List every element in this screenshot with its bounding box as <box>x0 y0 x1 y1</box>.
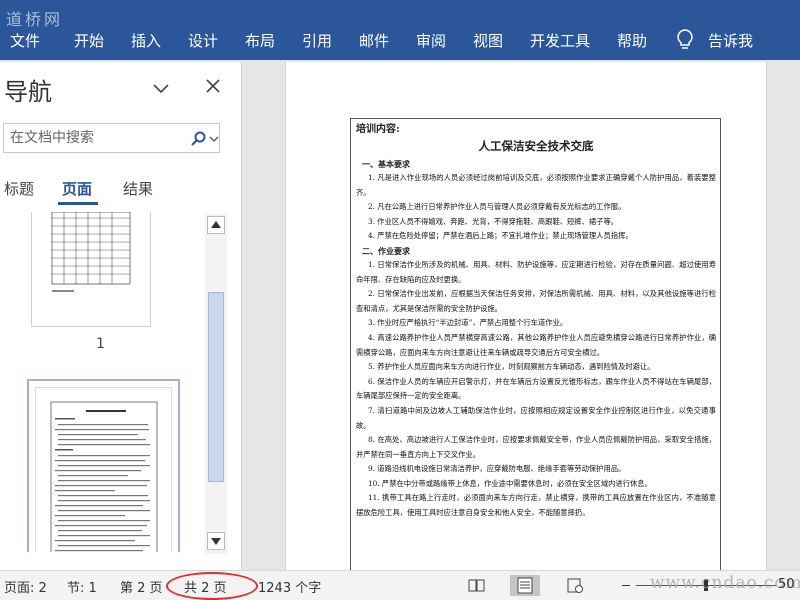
paragraph: 5. 养护作业人员应面向来车方向进行作业，时刻观察前方车辆动态，遇到险情及时避让… <box>368 362 655 372</box>
tab-view[interactable]: 视图 <box>473 30 503 51</box>
search-box <box>3 123 220 153</box>
status-section[interactable]: 节: 1 <box>67 577 97 596</box>
section-heading: 二、作业要求 <box>362 245 410 256</box>
ribbon-tabs: 文件 开始 插入 设计 布局 引用 邮件 审阅 视图 开发工具 帮助 告诉我 <box>0 20 800 60</box>
active-tab-indicator <box>58 202 98 205</box>
tab-review[interactable]: 审阅 <box>416 30 446 51</box>
book-icon <box>468 579 485 592</box>
zoom-out-button[interactable] <box>622 585 630 586</box>
lightbulb-icon[interactable] <box>675 28 695 52</box>
red-highlight-ellipse <box>166 572 258 600</box>
document-title: 人工保洁安全技术交底 <box>478 139 594 153</box>
paragraph: 6. 保洁作业人员的车辆应开启警示灯，并在车辆后方设置反光锥形标志，跟车作业人员… <box>356 376 716 401</box>
zoom-level[interactable]: 50 <box>778 577 795 592</box>
paragraph: 11. 携带工具在路上行走时，必须面向来车方向行走，禁止横穿，携带的工具应放置在… <box>356 493 716 518</box>
page-thumbnail-1-preview <box>51 212 131 292</box>
triangle-up-icon <box>211 221 221 228</box>
tab-file[interactable]: 文件 <box>10 30 40 51</box>
status-page-of[interactable]: 第 2 页 <box>120 577 163 596</box>
tab-help[interactable]: 帮助 <box>617 30 647 51</box>
page-thumbnail-1[interactable] <box>31 212 151 327</box>
paragraph: 4. 高速公路养护作业人员严禁横穿高速公路，其他公路养护作业人员应避免横穿公路进… <box>356 332 716 357</box>
page-thumbnail-2-preview <box>35 387 172 552</box>
nav-tab-headings[interactable]: 标题 <box>4 178 34 199</box>
page-thumbnail-1-number: 1 <box>96 336 105 352</box>
triangle-down-icon <box>211 538 221 545</box>
tab-mailings[interactable]: 邮件 <box>359 30 389 51</box>
paragraph: 2. 日常保洁作业出发前，应根据当天保洁任务安排，对保洁所需机械、用具、材料，以… <box>356 289 716 313</box>
tab-home[interactable]: 开始 <box>74 30 104 51</box>
status-bar: 页面: 2 节: 1 第 2 页 共 2 页 1243 个字 www.cndao… <box>0 570 800 600</box>
page-thumbnail-2[interactable] <box>27 379 180 552</box>
search-input[interactable] <box>10 128 185 148</box>
paragraph: 9. 道路沿线机电设施日常清洁养护，应穿戴防电服、绝缘手套等劳动保护用品。 <box>368 464 626 474</box>
nav-pane-title: 导航 <box>4 78 52 106</box>
nav-tab-pages[interactable]: 页面 <box>62 178 92 199</box>
status-page[interactable]: 页面: 2 <box>4 577 47 596</box>
page-thumbnails: 1 <box>0 212 202 552</box>
document-canvas[interactable]: 培训内容: 人工保洁安全技术交底 一、基本要求 1. 凡是进入作业现场的人员必须… <box>243 62 800 570</box>
title-bar <box>0 0 800 20</box>
tab-layout[interactable]: 布局 <box>245 30 275 51</box>
print-layout-button[interactable] <box>510 575 540 596</box>
web-layout-button[interactable] <box>560 575 590 596</box>
tab-design[interactable]: 设计 <box>188 30 218 51</box>
paragraph: 4. 严禁在危险处停留；严禁在酒后上路；不宜扎堆作业；禁止现场管理人员指挥。 <box>368 231 633 241</box>
web-page-icon <box>567 578 583 593</box>
paragraph: 1. 日常保洁作业所涉及的机械、用具、材料、防护设施等，应定期进行检验，对存在质… <box>356 259 716 284</box>
document-text-frame[interactable]: 培训内容: 人工保洁安全技术交底 一、基本要求 1. 凡是进入作业现场的人员必须… <box>350 118 721 570</box>
tab-developer[interactable]: 开发工具 <box>530 30 590 51</box>
page-icon <box>517 577 533 594</box>
tab-references[interactable]: 引用 <box>302 30 332 51</box>
thumbnail-scrollbar[interactable] <box>205 214 227 554</box>
nav-tab-results[interactable]: 结果 <box>123 178 153 199</box>
close-icon[interactable] <box>203 76 223 96</box>
section-heading: 一、基本要求 <box>362 159 410 169</box>
paragraph: 8. 在高处、高边坡进行人工保洁作业时，应按要求佩戴安全带，作业人员应佩戴防护用… <box>356 435 716 459</box>
chevron-down-icon[interactable] <box>209 134 219 144</box>
paragraph: 3. 作业区人员不得嬉戏、奔跑、光背，不得穿拖鞋、高跟鞋、短裤、裙子等。 <box>368 216 619 226</box>
read-mode-button[interactable] <box>462 575 492 596</box>
paragraph: 2. 凡在公路上进行日常养护作业人员与管理人员必须穿戴有反光标志的工作服。 <box>368 202 626 212</box>
paragraph: 3. 作业时应严格执行“半边封道”，严禁占用整个行车道作业。 <box>368 318 568 328</box>
search-icon[interactable] <box>190 131 206 147</box>
tab-insert[interactable]: 插入 <box>131 30 161 51</box>
document-heading: 培训内容: <box>356 124 400 135</box>
status-word-count[interactable]: 1243 个字 <box>258 577 321 596</box>
site-logo-watermark: 道桥网 <box>6 10 64 29</box>
document-page[interactable]: 培训内容: 人工保洁安全技术交底 一、基本要求 1. 凡是进入作业现场的人员必须… <box>285 62 767 570</box>
paragraph: 10. 严禁在中分带或路缘带上休息，作业途中需要休息时，必须在安全区域内进行休息… <box>368 478 652 488</box>
tell-me-search[interactable]: 告诉我 <box>708 30 753 51</box>
scroll-down-button[interactable] <box>207 532 225 550</box>
paragraph: 1. 凡是进入作业现场的人员必须经过岗前培训及交底，必须按照作业要求正确穿戴个人… <box>356 173 716 197</box>
paragraph: 7. 清扫道路中间及边坡人工辅助保洁作业时，应按照相应规定设置安全作业控制区进行… <box>356 405 716 430</box>
navigation-pane: 导航 标题 页面 结果 <box>0 62 242 570</box>
scroll-up-button[interactable] <box>207 216 225 234</box>
scrollbar-thumb[interactable] <box>208 292 224 482</box>
page-thumbnail-2-lines <box>50 401 158 552</box>
chevron-down-icon[interactable] <box>152 79 170 97</box>
